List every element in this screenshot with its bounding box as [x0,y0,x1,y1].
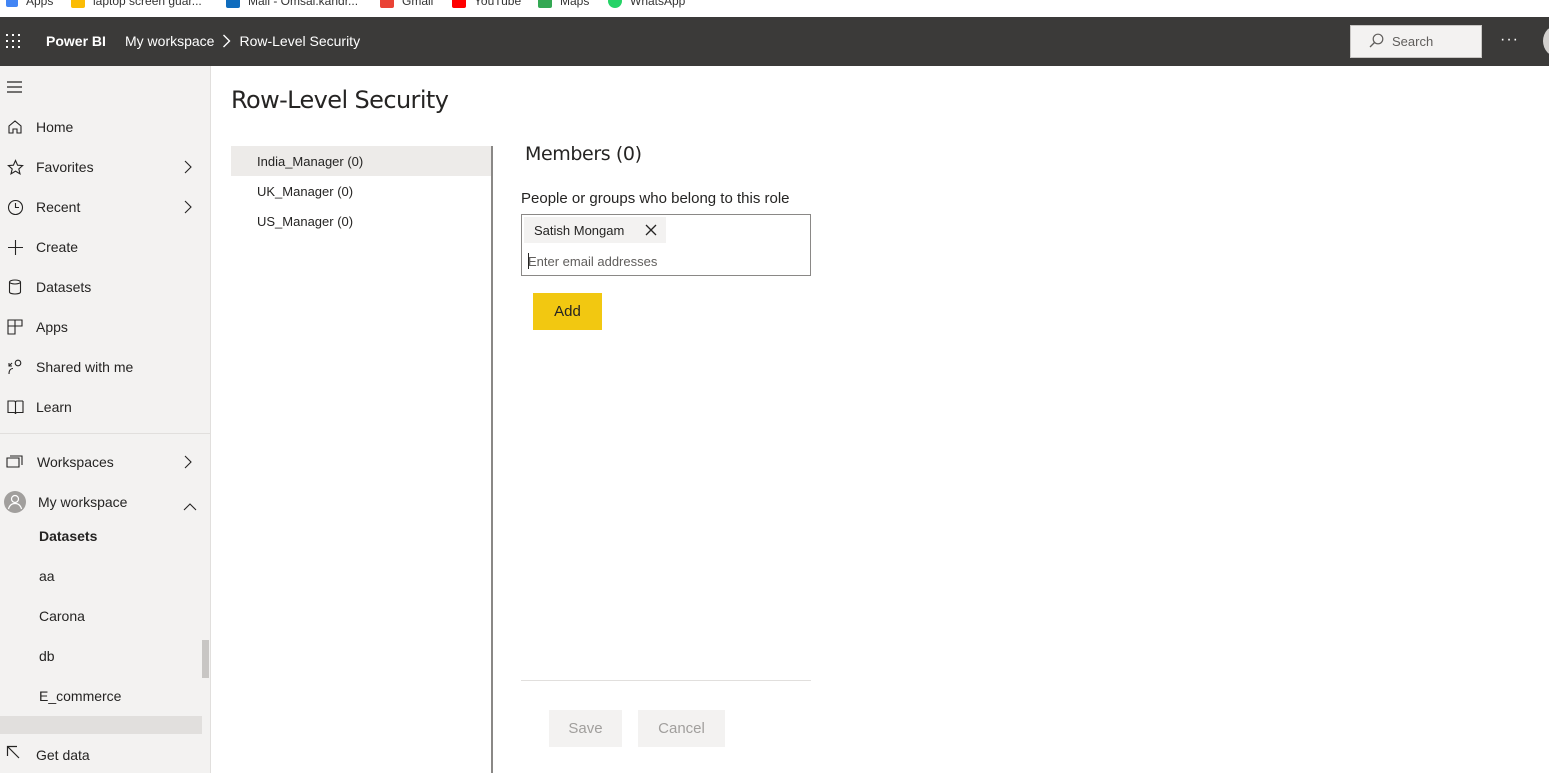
bookmark-gmail[interactable]: Gmail [380,0,433,9]
nav-item-datasets[interactable]: Datasets [0,267,210,307]
bookmark-youtube[interactable]: YouTube [452,0,521,9]
nav-label: Favorites [36,159,94,175]
maps-icon [538,0,552,8]
bookmarks-bar: Apps laptop screen guar... Mail - Omsai.… [0,0,1549,17]
nav-label: Create [36,239,79,255]
add-button[interactable]: Add [533,293,602,330]
members-description: People or groups who belong to this role [521,190,790,207]
chevron-up-icon[interactable] [183,498,197,514]
account-avatar[interactable] [1543,25,1549,57]
nav-item-favorites[interactable]: Favorites [0,147,210,187]
nav-item-create[interactable]: Create [0,227,210,267]
app-launcher-icon[interactable] [6,34,20,48]
nav-label: Recent [36,199,81,215]
people-picker[interactable]: Satish Mongam [521,214,811,276]
clock-icon [6,198,24,216]
chevron-right-icon[interactable] [184,200,192,217]
nav-label: Workspaces [37,454,114,470]
workspace-dataset-item-selected[interactable] [0,716,202,734]
bookmark-apps[interactable]: Apps [6,0,53,9]
apps-icon [6,318,24,336]
role-item-india-manager[interactable]: India_Manager (0) [231,146,491,176]
plus-icon [6,238,24,256]
hamburger-icon [6,78,24,96]
nav-label: My workspace [38,494,128,510]
members-title: Members (0) [525,143,642,165]
left-navigation: Home Favorites Recent Create Datasets Ap… [0,66,211,773]
star-icon [6,158,24,176]
nav-divider [0,433,210,434]
member-chip-label: Satish Mongam [534,222,625,238]
cancel-button[interactable]: Cancel [638,710,725,747]
bookmark-mail[interactable]: Mail - Omsai.kandr... [226,0,358,9]
save-button[interactable]: Save [549,710,622,747]
workspace-section-datasets[interactable]: Datasets [0,516,202,556]
chevron-right-icon[interactable] [184,160,192,177]
breadcrumb: My workspace Row-Level Security [125,33,360,49]
youtube-icon [452,0,466,8]
user-avatar-icon [4,491,26,513]
breadcrumb-current: Row-Level Security [239,33,361,49]
book-icon [6,398,24,416]
nav-item-home[interactable]: Home [0,107,210,147]
nav-collapse-button[interactable] [0,67,210,107]
role-item-us-manager[interactable]: US_Manager (0) [231,206,491,236]
workspaces-icon [6,453,24,471]
bookmark-laptop[interactable]: laptop screen guar... [71,0,202,9]
email-input[interactable] [528,251,798,271]
whatsapp-icon [608,0,622,8]
search-label: Search [1392,34,1434,49]
shared-icon [6,358,24,376]
bookmark-whatsapp[interactable]: WhatsApp [608,0,685,9]
nav-item-shared[interactable]: Shared with me [0,347,210,387]
chevron-right-icon[interactable] [184,455,192,472]
nav-label: Learn [36,399,72,415]
member-chip: Satish Mongam [524,217,666,243]
outlook-icon [226,0,240,8]
nav-label: Apps [36,319,68,335]
bookmark-favicon-icon [71,0,85,8]
nav-label: Get data [36,746,90,763]
arrow-up-left-icon [6,745,20,762]
workspace-dataset-item[interactable]: E_commerce [0,676,202,716]
nav-label: Home [36,119,74,135]
breadcrumb-my-workspace[interactable]: My workspace [125,33,214,49]
page-title: Row-Level Security [231,86,449,114]
database-icon [6,278,24,296]
workspace-dataset-item[interactable]: Carona [0,596,202,636]
apps-grid-icon [6,0,18,7]
close-icon[interactable] [644,223,658,237]
home-icon [6,118,24,136]
workspace-dataset-item[interactable]: aa [0,556,202,596]
search-icon [1369,33,1392,51]
nav-scrollbar[interactable] [202,640,209,678]
nav-item-learn[interactable]: Learn [0,387,210,427]
more-options-icon[interactable]: ··· [1500,31,1519,49]
search-box[interactable]: Search [1350,25,1482,58]
bookmark-maps[interactable]: Maps [538,0,589,9]
nav-item-workspaces[interactable]: Workspaces [0,442,210,482]
top-header: Power BI My workspace Row-Level Security… [0,17,1549,66]
brand-title[interactable]: Power BI [46,33,106,49]
workspace-dataset-item[interactable]: db [0,636,202,676]
role-item-uk-manager[interactable]: UK_Manager (0) [231,176,491,206]
footer-divider [521,680,811,681]
nav-label: Datasets [36,279,92,295]
nav-item-recent[interactable]: Recent [0,187,210,227]
text-caret [528,253,529,269]
nav-label: Shared with me [36,359,134,375]
nav-item-apps[interactable]: Apps [0,307,210,347]
gmail-icon [380,0,394,8]
roles-list: India_Manager (0) UK_Manager (0) US_Mana… [231,146,493,773]
chevron-right-icon [222,34,231,48]
nav-item-get-data[interactable]: Get data [0,736,210,773]
